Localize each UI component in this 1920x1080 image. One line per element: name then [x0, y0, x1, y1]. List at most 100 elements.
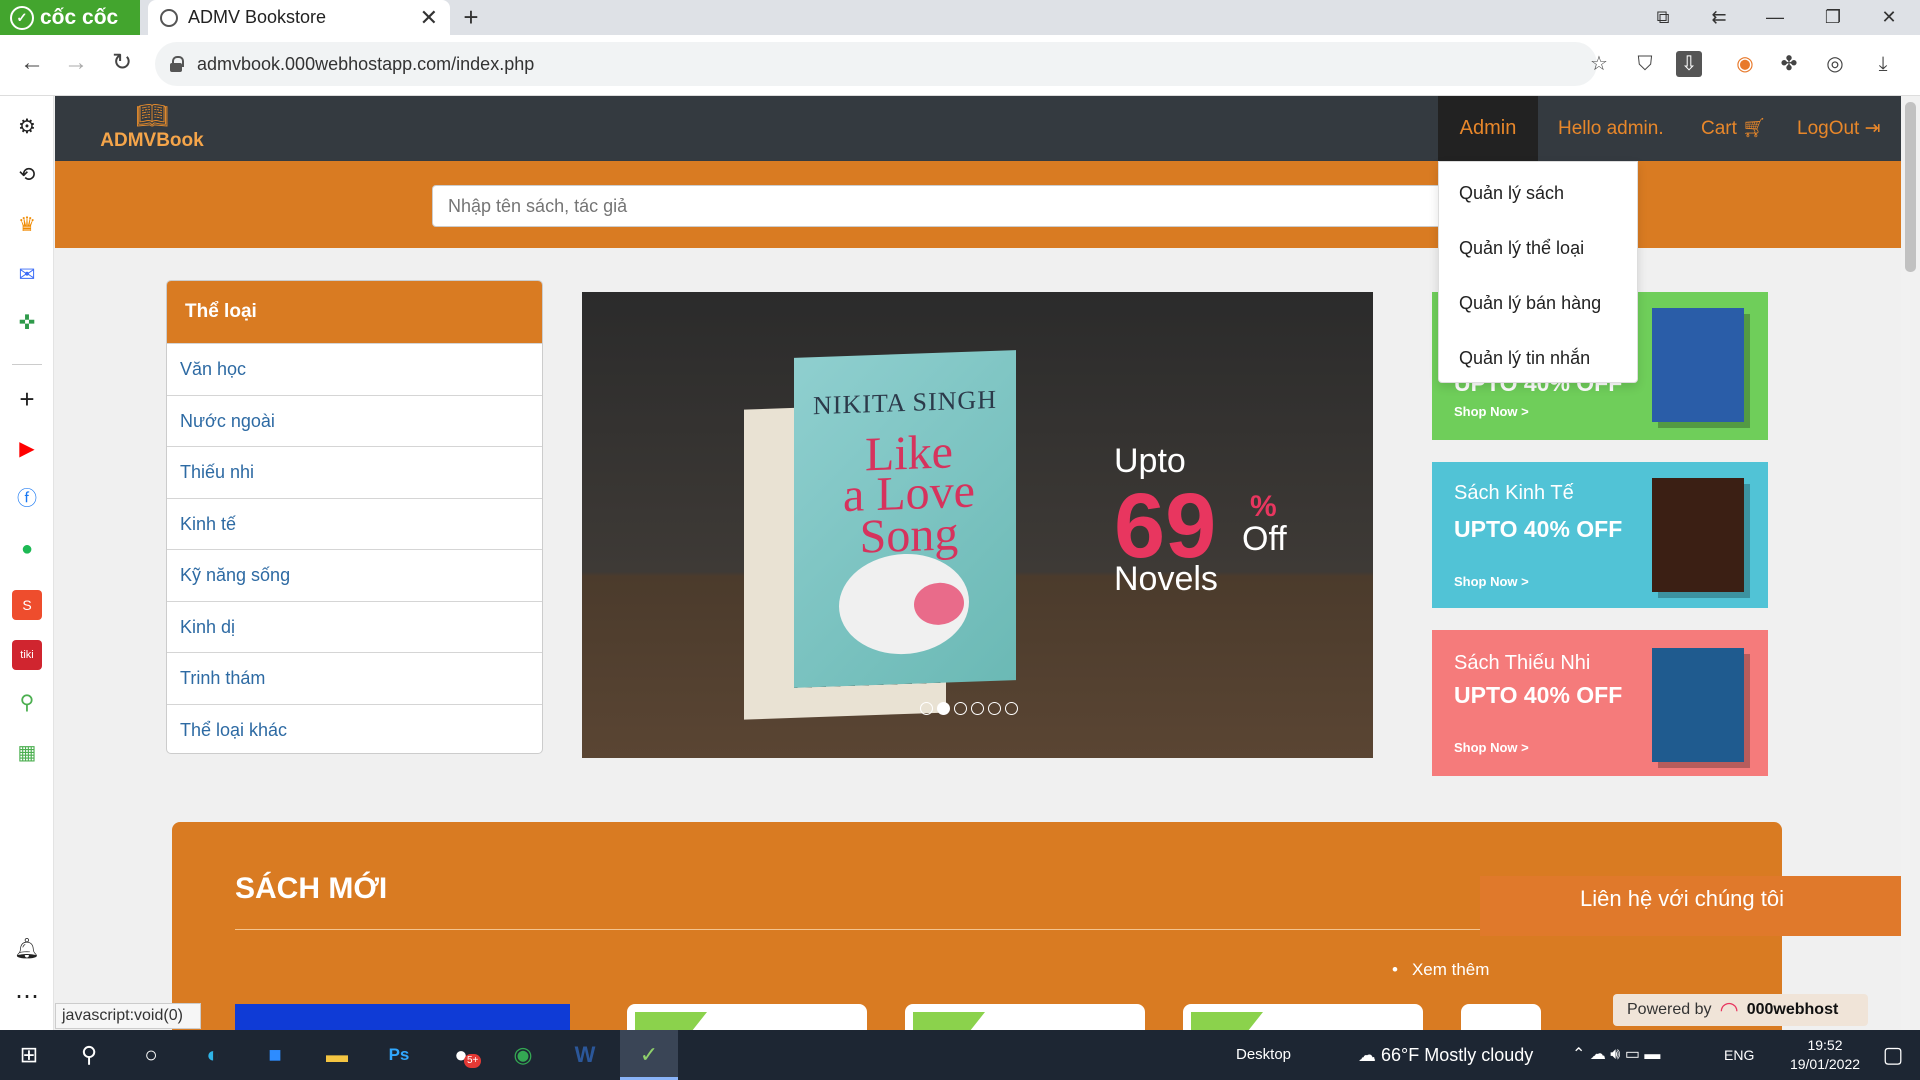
word-icon[interactable]: W	[558, 1030, 612, 1080]
banner-cta[interactable]: Shop Now >	[1454, 404, 1529, 419]
facebook-icon[interactable]: ⓕ	[12, 484, 42, 514]
notification-bell-icon[interactable]: 🔔︎	[12, 934, 42, 964]
zoom-icon[interactable]: ■	[248, 1030, 302, 1080]
clock[interactable]: 19:52 19/01/2022	[1780, 1036, 1870, 1074]
book-card[interactable]	[905, 1004, 1145, 1030]
sheet-icon[interactable]: ▦	[12, 738, 42, 768]
close-tab-icon[interactable]: ✕	[420, 5, 438, 31]
category-item[interactable]: Trinh thám	[167, 652, 542, 704]
category-item[interactable]: Thể loại khác	[167, 703, 542, 754]
menu-item-manage-books[interactable]: Quản lý sách	[1439, 166, 1637, 221]
menu-item-manage-messages[interactable]: Quản lý tin nhắn	[1439, 331, 1637, 386]
messenger-icon[interactable]: ✉	[12, 260, 42, 290]
settings-gear-icon[interactable]: ⚙	[12, 112, 42, 142]
search-icon[interactable]: ⚲	[62, 1030, 116, 1080]
category-item[interactable]: Văn học	[167, 343, 542, 395]
gamepad-icon[interactable]: ✜	[12, 308, 42, 338]
contact-widget[interactable]: Liên hệ với chúng tôi	[1480, 876, 1901, 936]
category-item[interactable]: Kinh dị	[167, 600, 542, 653]
tab-admv-bookstore[interactable]: ADMV Bookstore ✕	[148, 0, 450, 35]
book-card[interactable]	[1183, 1004, 1423, 1030]
profile-icon[interactable]: ◎	[1820, 49, 1850, 79]
shopee-icon[interactable]: S	[12, 590, 42, 620]
lock-icon[interactable]	[169, 56, 184, 72]
add-sidebar-item-icon[interactable]: +	[12, 384, 42, 414]
pip-icon[interactable]: ⇇	[1696, 0, 1742, 35]
carousel-dot[interactable]	[954, 702, 967, 715]
spotify-icon[interactable]: ●	[12, 534, 42, 564]
zalo-icon[interactable]: ● 5+	[434, 1030, 488, 1080]
windows-start-icon[interactable]: ⊞	[2, 1030, 56, 1080]
crown-icon[interactable]: ♛	[12, 210, 42, 240]
carousel-dot[interactable]	[971, 702, 984, 715]
banner-children[interactable]: Sách Thiếu Nhi UPTO 40% OFF Shop Now >	[1432, 630, 1768, 776]
bookmark-star-icon[interactable]: ☆	[1584, 49, 1614, 79]
download-page-icon[interactable]: ⇩	[1676, 51, 1702, 77]
minimize-button[interactable]: —	[1752, 0, 1798, 35]
nav-cart[interactable]: Cart 🛒︎	[1701, 96, 1766, 161]
coccoc-menu-button[interactable]: ✓ cốc cốc	[0, 0, 140, 35]
forward-icon[interactable]: →	[56, 43, 96, 83]
youtube-icon[interactable]: ▶	[12, 434, 42, 464]
file-explorer-icon[interactable]: ▬	[310, 1030, 364, 1080]
address-bar[interactable]: admvbook.000webhostapp.com/index.php	[155, 42, 1597, 86]
desktop-toolbar[interactable]: Desktop	[1236, 1030, 1291, 1080]
menu-item-manage-categories[interactable]: Quản lý thể loại	[1439, 221, 1637, 276]
category-item[interactable]: Thiếu nhi	[167, 446, 542, 498]
cart-label: Cart	[1701, 118, 1737, 139]
site-logo[interactable]: 📖︎ ADMVBook	[97, 100, 207, 158]
weather-widget[interactable]: ☁ 66°F Mostly cloudy	[1358, 1030, 1533, 1080]
new-tab-button[interactable]: +	[456, 2, 486, 32]
more-icon[interactable]: ⋯	[12, 982, 42, 1012]
banner-cta[interactable]: Shop Now >	[1454, 740, 1529, 755]
coccoc-map-icon[interactable]: ⚲	[12, 688, 42, 718]
task-view-icon[interactable]: ○	[124, 1030, 178, 1080]
clock-date: 19/01/2022	[1789, 1056, 1861, 1072]
menu-item-manage-sales[interactable]: Quản lý bán hàng	[1439, 276, 1637, 331]
book-card[interactable]	[1461, 1004, 1541, 1030]
nav-logout[interactable]: LogOut ⇥	[1797, 96, 1881, 161]
promo-carousel[interactable]: NIKITA SINGH Like a Love Song Upto 69 % …	[582, 292, 1373, 758]
close-window-button[interactable]: ✕	[1866, 0, 1912, 35]
webhost-logo-icon: ◠	[1719, 997, 1739, 1022]
scrollbar-thumb[interactable]	[1905, 102, 1916, 272]
extensions-puzzle-icon[interactable]: ✤	[1774, 49, 1804, 79]
edge-icon[interactable]: ◐	[186, 1030, 240, 1080]
category-item[interactable]: Nước ngoài	[167, 394, 542, 447]
carousel-dot[interactable]	[937, 702, 950, 715]
shield-icon[interactable]: ⛉	[1630, 49, 1660, 79]
reload-icon[interactable]: ↻	[102, 43, 142, 83]
carousel-dot[interactable]	[1005, 702, 1018, 715]
chrome-icon[interactable]: ◉	[496, 1030, 550, 1080]
status-bubble: javascript:void(0)	[55, 1003, 201, 1029]
search-input[interactable]	[432, 185, 1452, 227]
category-item[interactable]: Kinh tế	[167, 497, 542, 550]
see-more-link[interactable]: Xem thêm	[1392, 960, 1489, 980]
restore-button[interactable]: ❐	[1810, 0, 1856, 35]
promo-text: Upto 69 % Off Novels	[1114, 442, 1287, 598]
tiki-icon[interactable]: tiki	[12, 640, 42, 670]
book-card[interactable]	[627, 1004, 867, 1030]
nav-hello-admin[interactable]: Hello admin.	[1558, 96, 1664, 161]
powered-by-badge[interactable]: Powered by ◠ 000webhost	[1613, 994, 1868, 1026]
system-tray-icons[interactable]: ⌃ ☁ 🔊︎ ▭ ▬	[1572, 1030, 1660, 1080]
search-tabs-icon[interactable]: ⧉	[1640, 0, 1686, 35]
category-item[interactable]: Kỹ năng sống	[167, 549, 542, 601]
carousel-dot[interactable]	[920, 702, 933, 715]
back-icon[interactable]: ←	[12, 43, 52, 83]
new-badge	[913, 1012, 985, 1030]
photoshop-icon[interactable]: Ps	[372, 1030, 426, 1080]
carousel-dot[interactable]	[988, 702, 1001, 715]
coccoc-taskbar-icon[interactable]: ✓	[620, 1030, 678, 1080]
book-card-cover[interactable]	[235, 1004, 570, 1030]
nav-admin-dropdown[interactable]: Admin	[1438, 96, 1538, 161]
notification-center-icon[interactable]: ▢	[1866, 1030, 1920, 1080]
downloads-icon[interactable]: ⤓	[1868, 49, 1898, 79]
banner-economics[interactable]: Sách Kinh Tế UPTO 40% OFF Shop Now >	[1432, 462, 1768, 608]
coccoc-extension-icon[interactable]: ◉	[1730, 49, 1760, 79]
input-language[interactable]: ENG	[1724, 1030, 1754, 1080]
history-icon[interactable]: ⟲	[12, 160, 42, 190]
banner-cta[interactable]: Shop Now >	[1454, 574, 1529, 589]
banner-offer: UPTO 40% OFF	[1454, 516, 1623, 542]
browser-tab-strip: ✓ cốc cốc ADMV Bookstore ✕ + ⧉ ⇇ — ❐ ✕	[0, 0, 1920, 35]
